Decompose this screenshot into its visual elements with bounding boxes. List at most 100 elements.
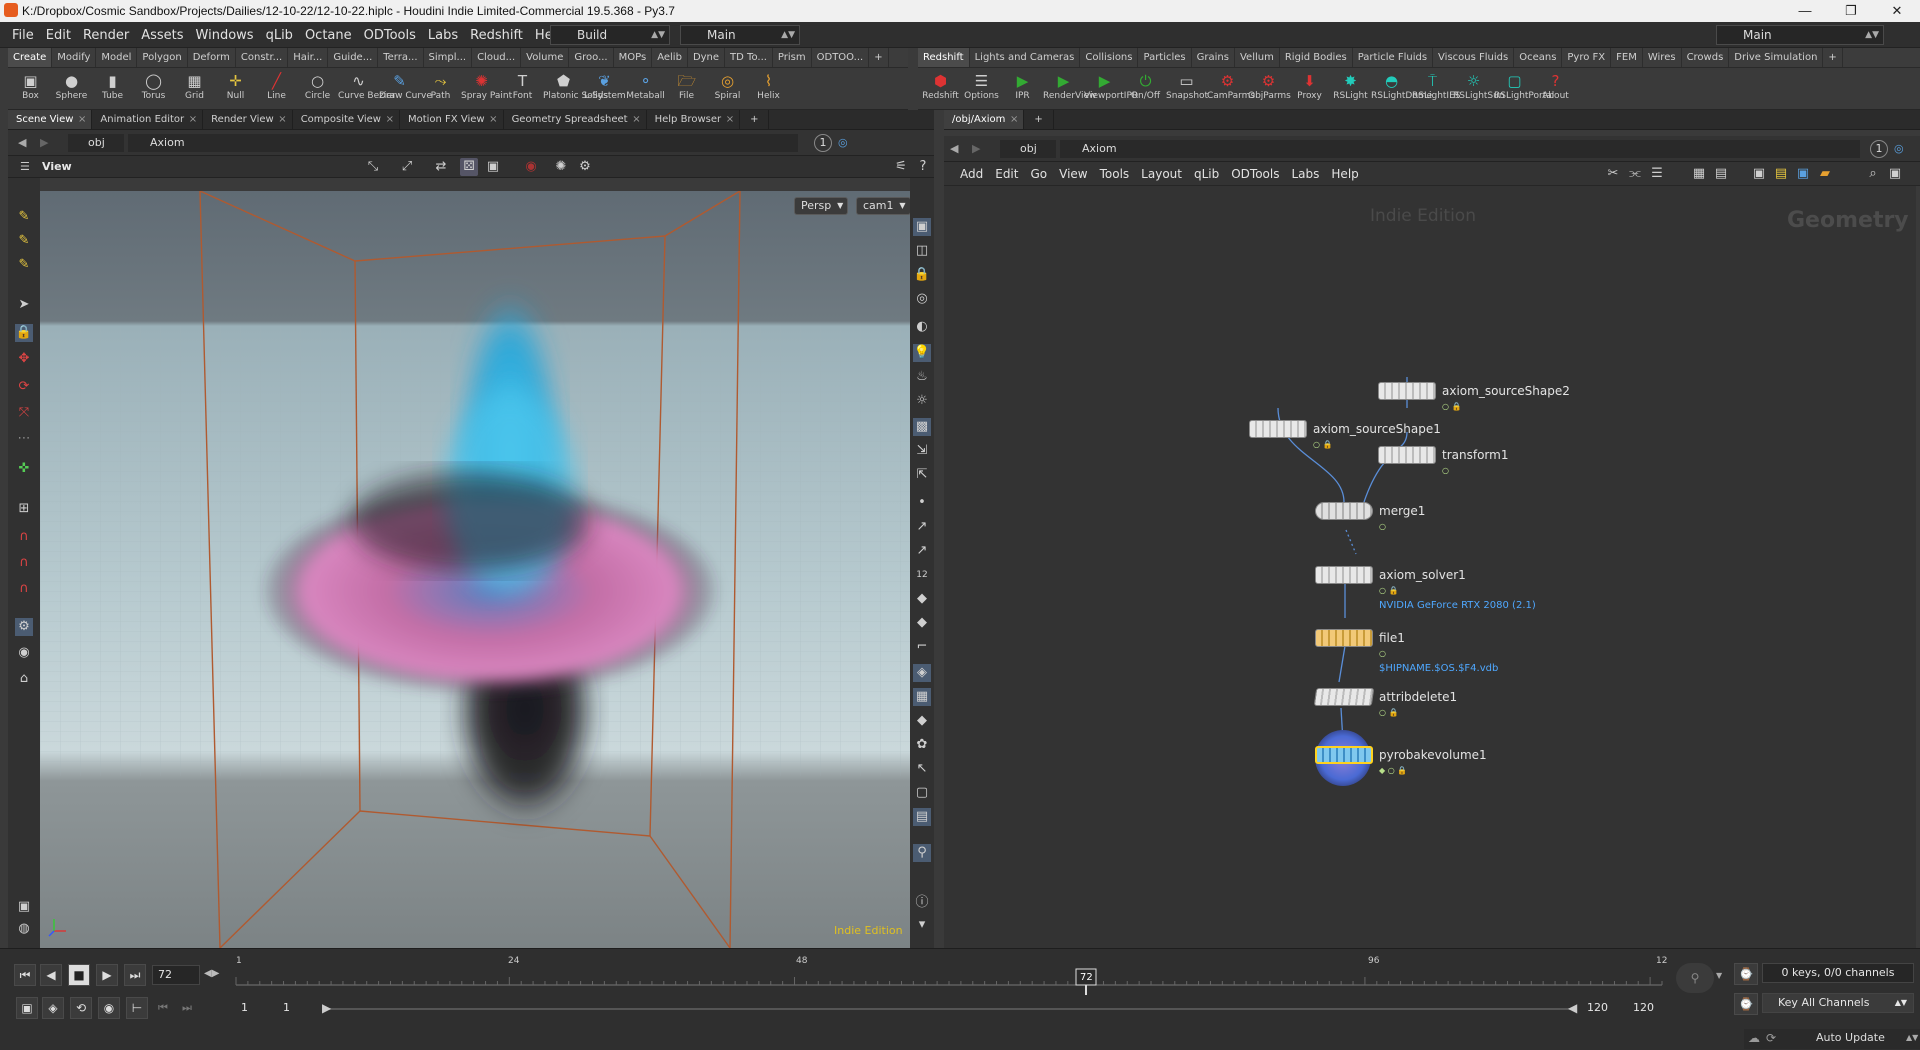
tool-box[interactable]: ▣ Box [10, 68, 51, 110]
tool-ipr[interactable]: ▶ IPR [1002, 68, 1043, 110]
uv-icon[interactable]: ⌐ [913, 638, 931, 656]
next-key-icon[interactable]: ⏭ [182, 1001, 192, 1015]
stop-button[interactable]: ■ [68, 964, 90, 986]
point-display-icon[interactable]: • [913, 494, 931, 512]
close-tab-icon[interactable]: × [386, 110, 394, 130]
node-body[interactable] [1315, 746, 1373, 764]
tool-options[interactable]: ☰ Options [961, 68, 1002, 110]
menu-odtools[interactable]: ODTools [358, 28, 422, 43]
close-button[interactable]: ✕ [1874, 0, 1920, 22]
shelf-tab-model[interactable]: Model [96, 48, 138, 67]
headlight-icon[interactable]: ♨ [913, 368, 931, 386]
scope-search-icon[interactable]: ⚲ [1676, 963, 1714, 993]
tool-camparms[interactable]: ⚙ CamParms [1207, 68, 1255, 110]
pose-tool-icon[interactable]: ✎ [15, 232, 33, 250]
shelf-tab-aelib[interactable]: Aelib [652, 48, 688, 67]
realtime-toggle[interactable]: ▣ [16, 997, 38, 1019]
tool-l-system[interactable]: ❦ L-System [584, 68, 626, 110]
record-icon[interactable]: ◉ [522, 158, 540, 176]
jump-end-button[interactable]: ⏭ [124, 964, 146, 986]
magnet-icon[interactable]: ∩ [15, 528, 33, 546]
forward-icon[interactable]: ▶ [40, 134, 48, 152]
tool-line[interactable]: ╱ Line [256, 68, 297, 110]
shadows-icon[interactable]: ☼ [913, 392, 931, 410]
net-grid-icon[interactable]: ▦ [1690, 165, 1708, 183]
tool-spray-paint[interactable]: ✺ Spray Paint [461, 68, 512, 110]
pin-view-icon[interactable]: ⚲ [913, 844, 931, 862]
close-tab-icon[interactable]: × [1010, 110, 1018, 130]
menu-octane[interactable]: Octane [299, 28, 358, 43]
desktop-dropdown[interactable]: Build ▲▼ [550, 25, 670, 45]
menu-file[interactable]: File [6, 28, 40, 43]
shelf-tab-vellum[interactable]: Vellum [1235, 48, 1280, 67]
net-list-icon[interactable]: ☰ [1648, 165, 1666, 183]
range-end-handle[interactable]: ◀ [1568, 1001, 1577, 1015]
scale-icon[interactable]: ⤧ [15, 404, 33, 422]
shelf-tab-particles[interactable]: Particles [1138, 48, 1192, 67]
key-channels-icon[interactable]: ⌚ [1734, 993, 1758, 1015]
options-icon[interactable]: ⚙ [576, 158, 594, 176]
net-menu-qlib[interactable]: qLib [1188, 167, 1225, 181]
net-maximize-icon[interactable]: ▣ [1886, 165, 1904, 183]
shelf-tab-mops[interactable]: MOPs [614, 48, 653, 67]
tool-spiral[interactable]: ◎ Spiral [707, 68, 748, 110]
tab-help-browser[interactable]: Help Browser × [647, 110, 741, 129]
path-root[interactable]: obj [68, 134, 124, 152]
select-tool-icon[interactable]: ⤡ [364, 158, 382, 176]
node-body[interactable] [1378, 382, 1436, 400]
translate-icon[interactable]: ✥ [15, 350, 33, 368]
tool-about[interactable]: ? About [1535, 68, 1576, 110]
net-image-icon[interactable]: ▣ [1794, 165, 1812, 183]
light-icon[interactable]: ✺ [552, 158, 570, 176]
menu-qlib[interactable]: qLib [260, 28, 299, 43]
right-context-dropdown[interactable]: Main ▲▼ [1716, 25, 1884, 45]
point-number-icon[interactable]: 12 [913, 566, 931, 584]
ghost-icon[interactable]: ◫ [913, 242, 931, 260]
camera-dropdown[interactable]: cam1 ▼ [856, 197, 910, 215]
close-tab-icon[interactable]: × [489, 110, 497, 130]
shelf-tab-lights-and-cameras[interactable]: Lights and Cameras [970, 48, 1081, 67]
net-menu-go[interactable]: Go [1024, 167, 1053, 181]
tool-tube[interactable]: ▮ Tube [92, 68, 133, 110]
menu-render[interactable]: Render [77, 28, 135, 43]
shelf-tab-constr-[interactable]: Constr... [236, 48, 289, 67]
net-menu-edit[interactable]: Edit [989, 167, 1024, 181]
net-link-icon[interactable]: ◎ [1894, 140, 1904, 158]
shelf-tab-rigid-bodies[interactable]: Rigid Bodies [1280, 48, 1353, 67]
net-menu-odtools[interactable]: ODTools [1225, 167, 1285, 181]
tool-grid[interactable]: ▦ Grid [174, 68, 215, 110]
tool-renderview[interactable]: ▶ RenderView [1043, 68, 1096, 110]
net-menu-add[interactable]: Add [954, 167, 989, 181]
tool-sphere[interactable]: ● Sphere [51, 68, 92, 110]
tab-scene-view[interactable]: Scene View × [8, 110, 93, 129]
display-icon[interactable]: ▣ [484, 158, 502, 176]
shelf-tab-create[interactable]: Create [8, 48, 53, 67]
transform-tool-icon[interactable]: ⇄ [432, 158, 450, 176]
snap-icon[interactable]: ⚄ [460, 158, 478, 176]
help-icon[interactable]: ? [914, 158, 932, 176]
shelf-tab-hair-[interactable]: Hair... [288, 48, 329, 67]
shelf-tab-polygon[interactable]: Polygon [137, 48, 188, 67]
shelf-tab-particle-fluids[interactable]: Particle Fluids [1353, 48, 1434, 67]
shelf-tab-terra-[interactable]: Terra... [378, 48, 424, 67]
persp-dropdown[interactable]: Persp ▼ [794, 197, 849, 215]
edge-icon[interactable]: ↗ [913, 542, 931, 560]
node-body[interactable] [1249, 420, 1307, 438]
points-icon[interactable]: ⇲ [913, 442, 931, 460]
background-icon[interactable]: ▩ [913, 418, 931, 436]
shelf-tab-td-to-[interactable]: TD To... [725, 48, 773, 67]
orbit-icon[interactable]: ◉ [15, 644, 33, 662]
shade-icon[interactable]: ◐ [913, 318, 931, 336]
camera-tool-icon[interactable]: ⚙ [15, 618, 33, 636]
net-menu-help[interactable]: Help [1325, 167, 1364, 181]
close-tab-icon[interactable]: × [278, 110, 286, 130]
net-forward-icon[interactable]: ▶ [972, 140, 980, 158]
key-all-channels-button[interactable]: Key All Channels ▲▼ [1762, 993, 1914, 1013]
menu-labs[interactable]: Labs [422, 28, 464, 43]
back-icon[interactable]: ◀ [18, 134, 26, 152]
range-start-handle[interactable]: ▶ [322, 1001, 331, 1015]
shelf-tab-odtoo-[interactable]: ODTOO... [812, 48, 870, 67]
bottom-tool-icon[interactable]: ▣ [15, 898, 33, 916]
keyframe-toggle[interactable]: ⊢ [126, 997, 148, 1019]
net-tools-icon[interactable]: ✂ [1604, 165, 1622, 183]
